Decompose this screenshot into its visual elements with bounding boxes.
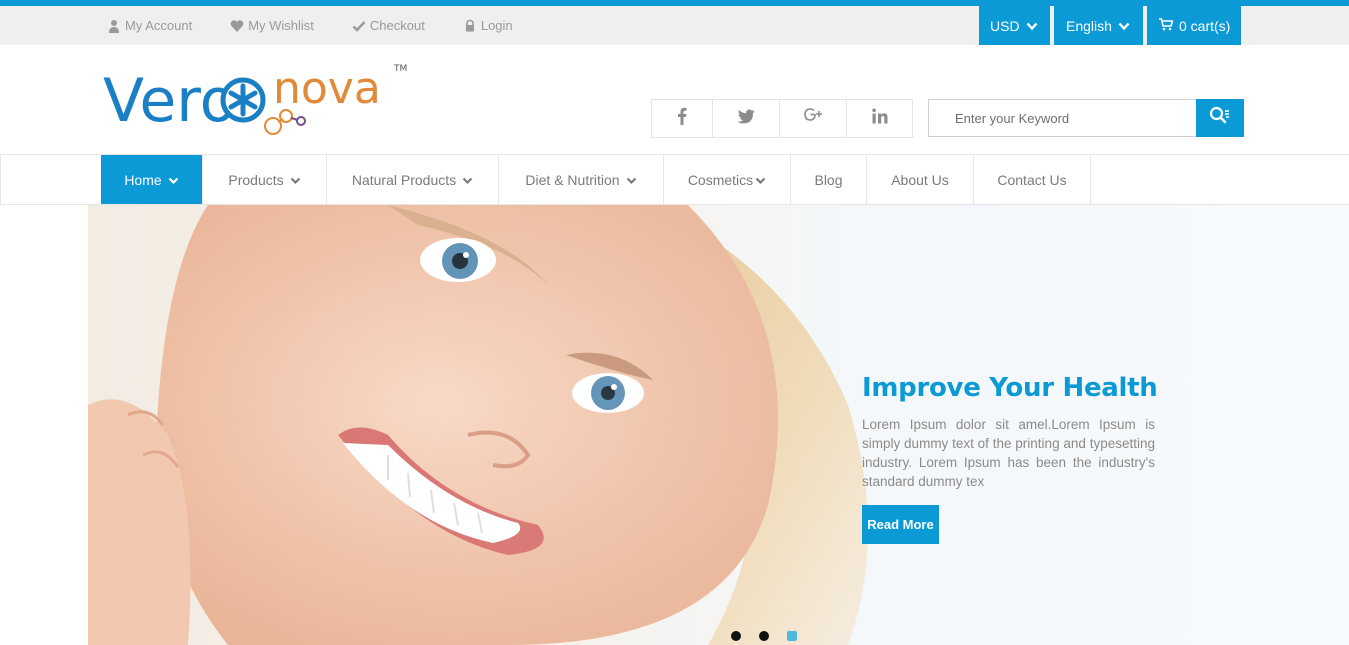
hero-slider <box>88 205 1349 645</box>
facebook-icon <box>677 107 687 130</box>
search-input[interactable] <box>928 99 1196 137</box>
nav-label-diet-nutrition: Diet & Nutrition <box>525 171 620 188</box>
my-account-link[interactable]: My Account <box>107 18 192 33</box>
linkedin-link[interactable] <box>847 100 912 137</box>
nav-divider <box>0 155 1 204</box>
nav-label-natural-products: Natural Products <box>351 171 457 188</box>
slider-dot-1[interactable] <box>731 631 741 641</box>
nav-label-about-us: About Us <box>891 171 949 188</box>
chevron-down-icon <box>626 172 637 188</box>
main-navigation: Home Products Natural Products Diet & Nu… <box>0 154 1349 205</box>
nav-label-home: Home <box>124 171 162 188</box>
nav-items: Home Products Natural Products Diet & Nu… <box>101 155 1091 204</box>
facebook-link[interactable] <box>652 100 713 137</box>
nav-label-blog: Blog <box>814 171 843 188</box>
nav-label-contact-us: Contact Us <box>997 171 1067 188</box>
slider-pagination <box>731 631 815 641</box>
nav-item-home[interactable]: Home <box>101 155 203 204</box>
heart-icon <box>230 19 244 33</box>
hero-image-smiling-woman <box>88 205 1349 645</box>
chevron-down-icon <box>1026 18 1038 34</box>
lock-icon <box>463 19 477 33</box>
top-right-controls: USD English 0 cart(s) <box>979 6 1241 45</box>
nav-item-natural-products[interactable]: Natural Products <box>327 155 499 204</box>
my-wishlist-link[interactable]: My Wishlist <box>230 18 314 33</box>
chevron-down-icon <box>1118 18 1130 34</box>
chevron-down-icon <box>290 172 301 188</box>
google-plus-link[interactable] <box>780 100 847 137</box>
cart-icon <box>1159 17 1174 34</box>
nav-item-blog[interactable]: Blog <box>791 155 867 204</box>
google-plus-icon <box>803 107 823 130</box>
chevron-down-icon <box>462 172 473 188</box>
search-button[interactable] <box>1196 99 1244 137</box>
slide-text: Lorem Ipsum dolor sit amel.Lorem Ipsum i… <box>862 417 1155 489</box>
nav-item-products[interactable]: Products <box>203 155 327 204</box>
read-more-button[interactable]: Read More <box>862 505 939 544</box>
chevron-down-icon <box>755 172 766 188</box>
slide-title: Improve Your Health <box>862 373 1158 403</box>
my-wishlist-label: My Wishlist <box>248 18 314 33</box>
nav-item-about-us[interactable]: About Us <box>867 155 974 204</box>
logo-text-nova: nova <box>273 63 381 114</box>
social-links <box>651 99 913 138</box>
nav-label-cosmetics: Cosmetics <box>687 171 754 188</box>
linkedin-icon <box>871 108 888 129</box>
nav-item-cosmetics[interactable]: Cosmetics <box>664 155 791 204</box>
slider-dot-2[interactable] <box>759 631 769 641</box>
nav-label-products: Products <box>228 171 284 188</box>
login-link[interactable]: Login <box>463 18 513 33</box>
account-links: My Account My Wishlist Checkout Login <box>107 6 551 45</box>
currency-label: USD <box>990 17 1020 34</box>
top-bar: My Account My Wishlist Checkout Login US… <box>0 6 1349 45</box>
chevron-down-icon <box>168 172 179 188</box>
search-icon <box>1209 106 1231 131</box>
twitter-icon <box>737 109 755 129</box>
logo-tm: TM <box>393 64 407 74</box>
language-label: English <box>1066 17 1112 34</box>
logo-text-vero: Vero <box>103 66 236 136</box>
cart-button[interactable]: 0 cart(s) <box>1147 6 1241 45</box>
checkout-link[interactable]: Checkout <box>352 18 425 33</box>
cart-label: 0 cart(s) <box>1179 17 1231 34</box>
language-dropdown[interactable]: English <box>1054 6 1143 45</box>
checkout-label: Checkout <box>369 18 425 33</box>
nav-item-diet-nutrition[interactable]: Diet & Nutrition <box>499 155 664 204</box>
my-account-label: My Account <box>125 18 193 33</box>
search-box <box>928 99 1244 137</box>
currency-dropdown[interactable]: USD <box>979 6 1050 45</box>
slider-dot-3[interactable] <box>787 631 797 641</box>
login-label: Login <box>480 18 513 33</box>
slide-caption: Improve Your Health Lorem Ipsum dolor si… <box>862 373 1158 491</box>
veronova-logo[interactable]: Vero nova TM <box>103 58 413 138</box>
user-icon <box>107 19 121 33</box>
twitter-link[interactable] <box>713 100 780 137</box>
nav-item-contact-us[interactable]: Contact Us <box>974 155 1091 204</box>
check-icon <box>352 19 366 33</box>
header: Vero nova TM <box>0 45 1349 154</box>
